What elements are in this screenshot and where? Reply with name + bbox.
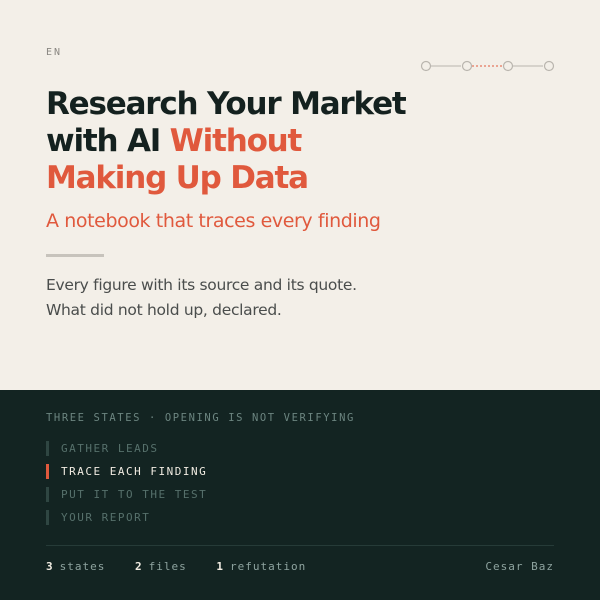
title-line-1: Research Your Market xyxy=(46,86,407,122)
title-line-2: with AI xyxy=(46,123,170,159)
stat-files-value: 2 xyxy=(135,560,143,573)
stat-refutation: 1 refutation xyxy=(216,560,306,573)
stats-bar: 3 states 2 files 1 refutation xyxy=(46,560,328,573)
description: Every figure with its source and its quo… xyxy=(46,273,357,323)
section-heading: THREE STATES · OPENING IS NOT VERIFYING xyxy=(46,412,355,424)
progress-step-2 xyxy=(461,60,473,72)
language-label: EN xyxy=(46,47,63,58)
title-divider xyxy=(46,254,104,257)
stat-states: 3 states xyxy=(46,560,105,573)
title-accent-1: Without xyxy=(169,123,303,159)
footer-divider xyxy=(46,545,554,546)
stat-states-label: states xyxy=(59,560,106,573)
description-line-1: Every figure with its source and its quo… xyxy=(46,276,357,294)
state-item-gather-leads[interactable]: GATHER LEADS xyxy=(46,441,207,456)
progress-step-1 xyxy=(420,60,432,72)
states-list: GATHER LEADS TRACE EACH FINDING PUT IT T… xyxy=(46,441,207,533)
state-item-trace-each-finding[interactable]: TRACE EACH FINDING xyxy=(46,464,207,479)
state-item-your-report[interactable]: YOUR REPORT xyxy=(46,510,207,525)
state-item-put-it-to-the-test[interactable]: PUT IT TO THE TEST xyxy=(46,487,207,502)
progress-step-4 xyxy=(543,60,555,72)
stat-files: 2 files xyxy=(135,560,187,573)
states-panel: THREE STATES · OPENING IS NOT VERIFYING … xyxy=(0,390,600,600)
page-title: Research Your Market with AI Without Mak… xyxy=(46,86,426,197)
page-subtitle: A notebook that traces every finding xyxy=(46,210,381,232)
progress-step-3 xyxy=(502,60,514,72)
stat-files-label: files xyxy=(148,560,187,573)
stat-states-value: 3 xyxy=(46,560,54,573)
stat-refutation-label: refutation xyxy=(230,560,307,573)
stat-refutation-value: 1 xyxy=(216,560,224,573)
description-line-2: What did not hold up, declared. xyxy=(46,301,282,319)
title-accent-2: Making Up Data xyxy=(46,160,309,196)
progress-indicator xyxy=(420,60,555,72)
author-name: Cesar Baz xyxy=(485,560,554,573)
